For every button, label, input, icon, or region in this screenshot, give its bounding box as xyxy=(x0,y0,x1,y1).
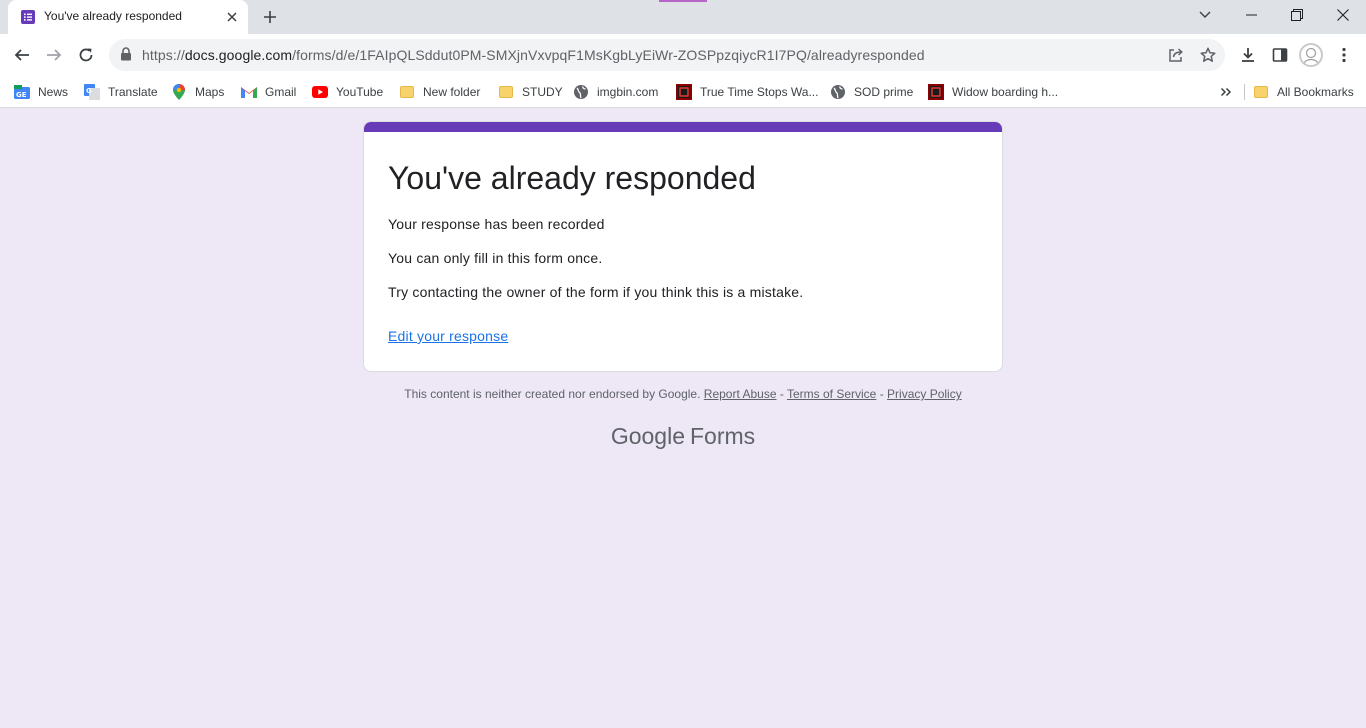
url-text[interactable]: https://docs.google.com/forms/d/e/1FAIpQ… xyxy=(142,47,925,63)
bookmark-item[interactable]: imgbin.com xyxy=(573,81,658,103)
youtube-icon xyxy=(312,84,328,100)
privacy-policy-link[interactable]: Privacy Policy xyxy=(887,387,962,401)
bookmark-label: Widow boarding h... xyxy=(952,85,1059,99)
all-bookmarks-folder[interactable]: All Bookmarks xyxy=(1253,81,1354,103)
fill-once-text: You can only fill in this form once. xyxy=(388,250,603,266)
browser-tab[interactable]: You've already responded xyxy=(8,0,248,34)
brand-forms: Forms xyxy=(690,423,756,449)
profile-avatar[interactable] xyxy=(1299,43,1323,67)
bookmarks-bar: GE News G Translate Maps Gmail YouTube N… xyxy=(0,76,1366,108)
tab-strip: You've already responded xyxy=(0,0,1366,34)
browser-toolbar: https://docs.google.com/forms/d/e/1FAIpQ… xyxy=(0,34,1366,76)
menu-icon[interactable] xyxy=(1328,39,1360,71)
globe-icon xyxy=(573,84,589,100)
bookmark-label: New folder xyxy=(423,85,481,99)
lock-icon[interactable] xyxy=(120,47,134,63)
site-icon xyxy=(928,84,944,100)
bookmark-label: Translate xyxy=(108,85,158,99)
bookmark-item[interactable]: SOD prime xyxy=(830,81,913,103)
close-tab-icon[interactable] xyxy=(222,7,242,27)
footer-separator: - xyxy=(879,387,884,401)
globe-icon xyxy=(830,84,846,100)
form-card: You've already responded Your response h… xyxy=(363,121,1003,372)
google-forms-logo[interactable]: Google Forms xyxy=(363,423,1003,450)
google-news-icon: GE xyxy=(14,84,30,100)
bookmark-label: Gmail xyxy=(265,85,297,99)
site-icon xyxy=(676,84,692,100)
gmail-icon xyxy=(241,84,257,100)
bookmark-item[interactable]: True Time Stops Wa... xyxy=(676,81,818,103)
folder-icon xyxy=(399,84,415,100)
bookmark-label: News xyxy=(38,85,69,99)
tab-title: You've already responded xyxy=(44,9,182,23)
bookmark-label: True Time Stops Wa... xyxy=(700,85,819,99)
bookmark-item[interactable]: Widow boarding h... xyxy=(928,81,1058,103)
bookmark-item[interactable]: Gmail xyxy=(241,81,296,103)
svg-text:GE: GE xyxy=(16,91,27,99)
bookmark-item[interactable]: G Translate xyxy=(84,81,158,103)
folder-icon xyxy=(1253,84,1269,100)
bookmark-item[interactable]: Maps xyxy=(171,81,224,103)
form-title: You've already responded xyxy=(388,160,756,196)
bookmark-label: Maps xyxy=(195,85,225,99)
bookmark-label: SOD prime xyxy=(854,85,914,99)
google-forms-icon xyxy=(20,9,36,25)
bookmark-label: YouTube xyxy=(336,85,384,99)
brand-google: Google xyxy=(610,423,685,449)
edit-response-link[interactable]: Edit your response xyxy=(388,328,508,344)
side-panel-icon[interactable] xyxy=(1264,39,1296,71)
forward-button[interactable] xyxy=(38,39,70,71)
folder-icon xyxy=(498,84,514,100)
new-tab-button[interactable] xyxy=(258,6,282,28)
bookmark-item[interactable]: YouTube xyxy=(312,81,383,103)
disclaimer-text: This content is neither created nor endo… xyxy=(404,387,701,401)
svg-text:G: G xyxy=(86,87,92,95)
bookmark-label: STUDY xyxy=(522,85,563,99)
bookmark-star-icon[interactable] xyxy=(1198,45,1218,65)
report-abuse-link[interactable]: Report Abuse xyxy=(704,387,777,401)
close-window-button[interactable] xyxy=(1320,0,1366,30)
response-recorded-text: Your response has been recorded xyxy=(388,216,605,232)
footer-separator: - xyxy=(779,387,784,401)
tab-indicator xyxy=(659,0,707,2)
bookmark-label: imgbin.com xyxy=(597,85,659,99)
restore-button[interactable] xyxy=(1274,0,1320,30)
google-maps-icon xyxy=(171,84,187,100)
terms-of-service-link[interactable]: Terms of Service xyxy=(787,387,876,401)
contact-owner-text: Try contacting the owner of the form if … xyxy=(388,284,804,300)
bookmark-folder[interactable]: New folder xyxy=(399,81,480,103)
tab-search-button[interactable] xyxy=(1182,0,1228,30)
form-accent-bar xyxy=(364,122,1002,132)
downloads-icon[interactable] xyxy=(1232,39,1264,71)
minimize-button[interactable] xyxy=(1228,0,1274,30)
back-button[interactable] xyxy=(6,39,38,71)
more-bookmarks-chevron-icon[interactable] xyxy=(1220,81,1232,103)
bookmark-label: All Bookmarks xyxy=(1277,85,1354,99)
google-translate-icon: G xyxy=(84,84,100,100)
share-icon[interactable] xyxy=(1166,45,1186,65)
bookmarks-separator xyxy=(1244,84,1245,100)
footer-disclaimer: This content is neither created nor endo… xyxy=(363,387,1003,401)
reload-button[interactable] xyxy=(70,39,102,71)
bookmark-item[interactable]: GE News xyxy=(14,81,68,103)
bookmark-folder[interactable]: STUDY xyxy=(498,81,563,103)
address-bar[interactable]: https://docs.google.com/forms/d/e/1FAIpQ… xyxy=(109,39,1225,71)
